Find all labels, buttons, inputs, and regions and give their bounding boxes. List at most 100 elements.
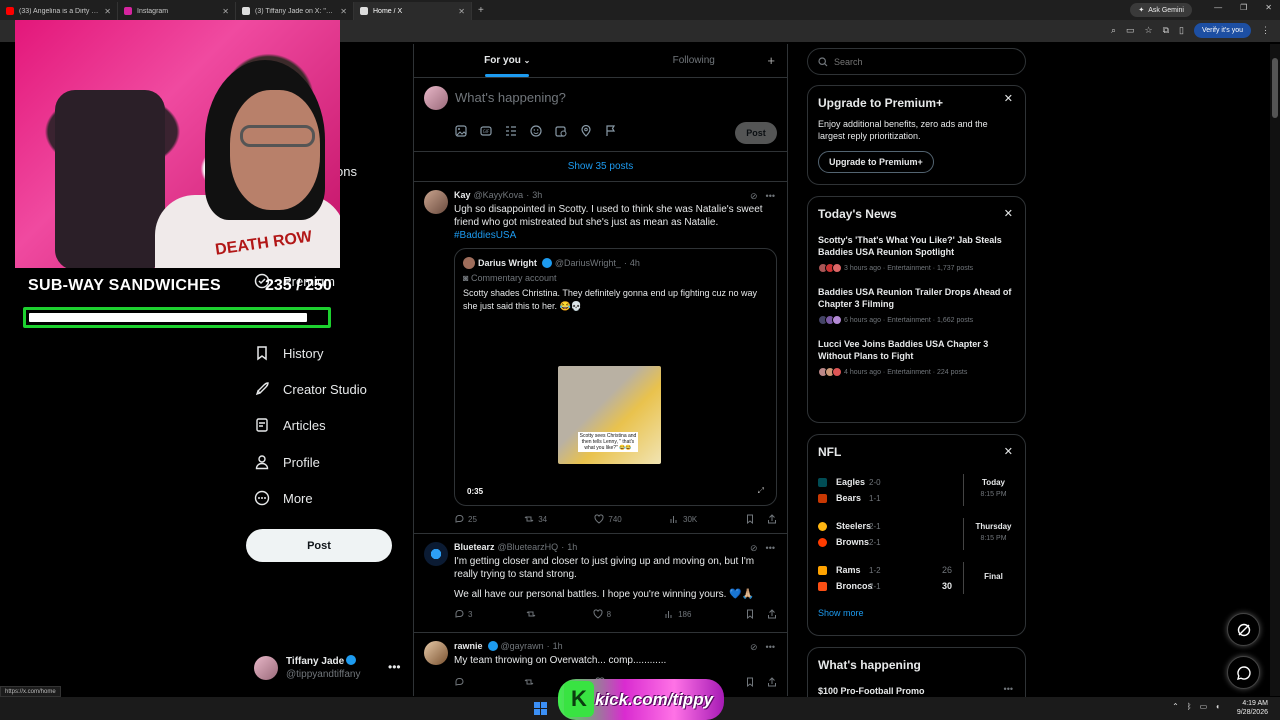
volume-icon[interactable]: ◖	[1215, 702, 1220, 711]
flag-icon[interactable]	[605, 125, 617, 137]
grok-fab-button[interactable]	[1227, 613, 1260, 646]
more-icon[interactable]: •••	[766, 543, 775, 554]
close-icon[interactable]: ✕	[222, 7, 229, 16]
grok-icon[interactable]: ⊘	[750, 642, 758, 653]
close-icon[interactable]: ✕	[1004, 445, 1013, 458]
maximize-icon[interactable]: ❐	[1240, 3, 1247, 12]
tweet[interactable]: Kay @KayyKova · 3h ⊘ ••• Ugh so disappointed…	[414, 182, 787, 534]
close-icon[interactable]: ✕	[104, 7, 111, 16]
nfl-game[interactable]: Steelers 2-1 Browns 2-1 Thursday 8:15 PM	[818, 518, 1015, 550]
nfl-game[interactable]: Rams 1-2 26 Broncos 2-1 30 Final	[818, 562, 1015, 594]
news-item[interactable]: Scotty's 'That's What You Like?' Jab Ste…	[818, 234, 1015, 273]
network-icon[interactable]: ▭	[1200, 702, 1208, 711]
scrollbar-thumb[interactable]	[1272, 58, 1278, 118]
like-button[interactable]: 8	[593, 609, 611, 619]
close-window-icon[interactable]: ✕	[1265, 3, 1272, 12]
grok-icon[interactable]: ⊘	[750, 191, 758, 202]
nfl-show-more-link[interactable]: Show more	[818, 608, 1015, 618]
more-icon[interactable]: •••	[1004, 684, 1013, 694]
search-box[interactable]	[807, 48, 1026, 75]
bookmark-icon[interactable]	[745, 677, 755, 687]
image-icon[interactable]	[455, 125, 467, 137]
tweet-author[interactable]: rawnie	[454, 641, 483, 651]
views-button[interactable]: 30K	[669, 514, 697, 524]
avatar[interactable]	[424, 641, 448, 665]
post-button[interactable]: Post	[246, 529, 392, 562]
repost-button[interactable]	[526, 609, 540, 619]
bookmark-icon[interactable]	[745, 609, 755, 619]
views-button[interactable]: 186	[664, 609, 691, 619]
emoji-icon[interactable]	[530, 125, 542, 137]
close-icon[interactable]: ✕	[1004, 92, 1013, 105]
account-switcher[interactable]: Tiffany Jade @tippyandtiffany	[254, 655, 360, 680]
tweet-author[interactable]: Kay	[454, 190, 471, 200]
gif-icon[interactable]: GIF	[480, 125, 492, 137]
grok-icon[interactable]: ⊘	[750, 543, 758, 554]
reply-button[interactable]: 25	[454, 514, 477, 524]
more-icon[interactable]: •••	[766, 642, 775, 653]
reply-button[interactable]: 3	[454, 609, 472, 619]
reply-button[interactable]	[454, 677, 468, 687]
tab-for-you[interactable]: For you ⌄	[414, 44, 601, 77]
close-icon[interactable]: ✕	[1004, 207, 1013, 220]
more-icon[interactable]: •••	[766, 191, 775, 202]
tweet[interactable]: Bluetearz @BluetearzHQ · 1h ⊘ ••• I'm gettin…	[414, 534, 787, 633]
upgrade-premium-button[interactable]: Upgrade to Premium+	[818, 151, 934, 173]
windows-start-icon[interactable]	[534, 702, 547, 715]
taskbar-clock[interactable]: 4:19 AM 9/28/2026	[1237, 699, 1268, 717]
extensions-icon[interactable]: ⧉	[1163, 25, 1169, 36]
nfl-game[interactable]: Eagles 2-0 Bears 1-1 Today 8:15 PM	[818, 474, 1015, 506]
repost-button[interactable]	[524, 677, 538, 687]
sidebar-icon[interactable]: ▯	[1179, 25, 1184, 36]
nav-item-articles[interactable]: Articles	[254, 417, 326, 433]
bookmark-icon[interactable]	[745, 514, 755, 524]
browser-tab[interactable]: (33) Angelina is a Dirty Little Ho✕	[0, 2, 118, 20]
avatar[interactable]	[424, 542, 448, 566]
news-item[interactable]: Lucci Vee Joins Baddies USA Chapter 3 Wi…	[818, 338, 1015, 377]
show-new-posts[interactable]: Show 35 posts	[414, 152, 787, 182]
like-button[interactable]: 740	[594, 514, 622, 524]
page-scrollbar[interactable]	[1270, 44, 1280, 696]
cast-icon[interactable]: ▭	[1126, 25, 1135, 36]
close-icon[interactable]: ✕	[458, 7, 465, 16]
new-tab-icon[interactable]: +	[478, 5, 484, 16]
star-icon[interactable]: ☆	[1145, 25, 1153, 36]
tweet-author[interactable]: Bluetearz	[454, 542, 495, 552]
quoted-tweet[interactable]: Darius Wright @DariusWright_ · 4h ◙ Comment…	[454, 248, 777, 506]
news-item[interactable]: Baddies USA Reunion Trailer Drops Ahead …	[818, 286, 1015, 325]
zoom-icon[interactable]: ⌕	[1111, 25, 1116, 36]
add-tab-icon[interactable]: +	[767, 53, 775, 68]
nav-item-creator-studio[interactable]: Creator Studio	[254, 381, 367, 397]
browser-tab[interactable]: (3) Tiffany Jade on X: "Snags ja✕	[236, 2, 354, 20]
nav-item-history[interactable]: History	[254, 345, 323, 361]
messages-fab-button[interactable]	[1227, 656, 1260, 689]
account-more-icon[interactable]: •••	[388, 660, 401, 674]
ask-gemini-button[interactable]: ✦ Ask Gemini	[1130, 3, 1192, 17]
browser-tab[interactable]: Instagram ✕	[118, 2, 236, 20]
menu-icon[interactable]: ⋮	[1261, 25, 1270, 36]
hashtag-link[interactable]: #BaddiesUSA	[454, 230, 516, 241]
browser-tab-active[interactable]: Home / X ✕	[354, 2, 472, 20]
nav-item-profile[interactable]: Profile	[254, 454, 320, 470]
close-icon[interactable]: ✕	[340, 7, 347, 16]
avatar[interactable]	[424, 190, 448, 214]
trend-item[interactable]: $100 Pro-Football Promo	[818, 686, 1015, 696]
compose-post-button[interactable]: Post	[735, 122, 777, 144]
share-icon[interactable]	[767, 514, 777, 524]
poll-icon[interactable]	[505, 125, 517, 137]
repost-button[interactable]: 34	[524, 514, 547, 524]
compose-input[interactable]: What's happening?	[455, 90, 566, 105]
share-icon[interactable]	[767, 609, 777, 619]
verify-button[interactable]: Verify it's you	[1193, 23, 1251, 38]
bluetooth-icon[interactable]: ᛒ	[1187, 702, 1192, 711]
minimize-icon[interactable]: —	[1214, 3, 1222, 12]
expand-icon[interactable]: ⤢	[758, 486, 764, 496]
video-thumbnail[interactable]: Scotty sees Christina and then tells Len…	[558, 366, 661, 464]
nav-item-more[interactable]: More	[254, 490, 313, 506]
schedule-icon[interactable]	[555, 125, 567, 137]
arrow-up-icon[interactable]: ⌃	[1172, 702, 1179, 711]
share-icon[interactable]	[767, 677, 777, 687]
location-icon[interactable]	[580, 125, 592, 137]
tab-following[interactable]: Following	[601, 44, 788, 77]
search-input[interactable]	[834, 56, 1014, 67]
